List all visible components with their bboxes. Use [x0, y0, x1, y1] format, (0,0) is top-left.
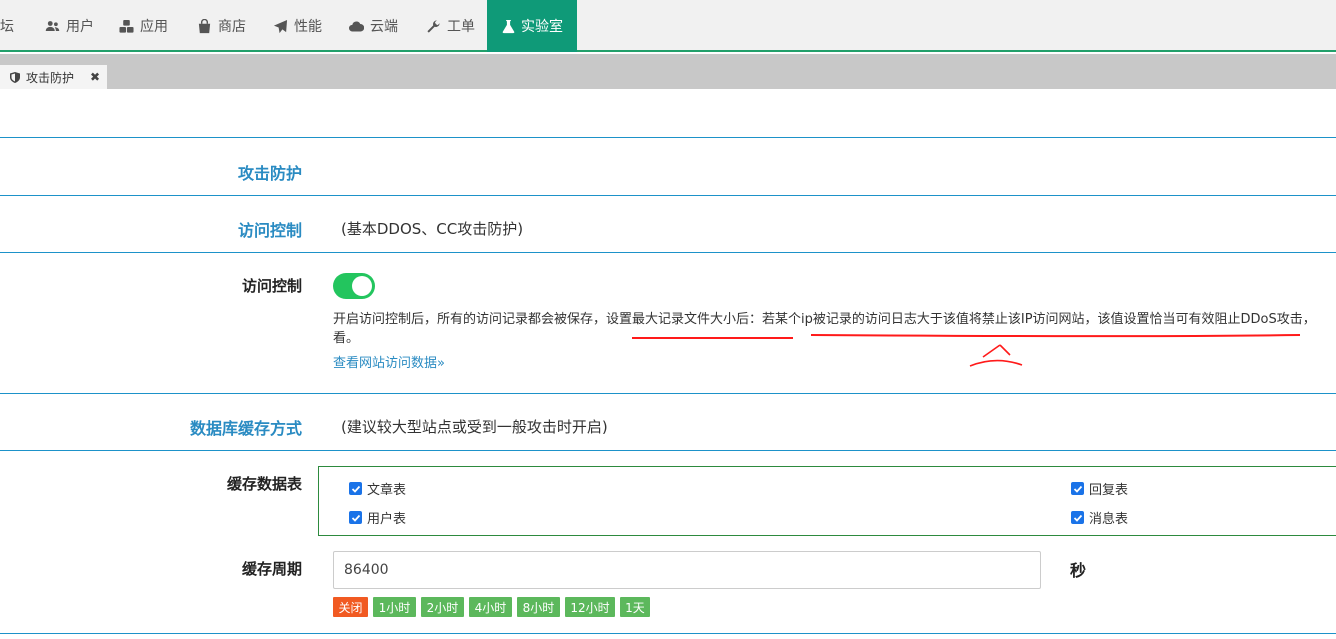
preset-2h-button[interactable]: 2小时	[421, 597, 464, 617]
checkbox-articles[interactable]: 文章表	[349, 479, 406, 498]
cloud-icon	[347, 18, 365, 34]
nav-item-label: 工单	[447, 19, 475, 35]
toggle-knob	[352, 276, 372, 296]
divider	[0, 393, 1336, 394]
checkbox-checked-icon	[1071, 482, 1084, 495]
nav-item-cloud[interactable]: 云端	[347, 0, 398, 52]
flask-icon	[501, 18, 516, 34]
cache-period-input[interactable]	[333, 551, 1041, 589]
checkbox-replies[interactable]: 回复表	[1071, 479, 1128, 498]
nav-item-label: 性能	[294, 19, 322, 35]
tab-label: 攻击防护	[26, 70, 75, 85]
checkbox-label: 消息表	[1089, 512, 1129, 527]
access-control-description-continued: 看。	[333, 331, 360, 346]
section-title-attack-protection: 攻击防护	[237, 164, 302, 183]
access-control-toggle[interactable]	[333, 273, 375, 299]
nav-item-label: 商店	[218, 19, 246, 35]
nav-item-forum[interactable]: 坛	[0, 0, 14, 52]
nav-item-lab[interactable]: 实验室	[487, 0, 577, 52]
checkbox-checked-icon	[1071, 511, 1084, 524]
checkbox-checked-icon	[349, 511, 362, 524]
users-icon	[43, 18, 61, 34]
preset-8h-button[interactable]: 8小时	[517, 597, 560, 617]
checkbox-checked-icon	[349, 482, 362, 495]
nav-item-label: 应用	[140, 19, 168, 35]
top-nav: 坛 用户 应用 商店 性能 云端 工单 实验室	[0, 0, 1336, 52]
preset-4h-button[interactable]: 4小时	[469, 597, 512, 617]
tab-attack-protection[interactable]: 攻击防护 ✖	[0, 65, 107, 89]
nav-item-performance[interactable]: 性能	[271, 0, 322, 52]
nav-item-store[interactable]: 商店	[195, 0, 246, 52]
checkbox-label: 文章表	[367, 483, 407, 498]
divider	[0, 252, 1336, 253]
preset-off-button[interactable]: 关闭	[333, 597, 368, 617]
divider	[0, 450, 1336, 451]
access-control-label: 访问控制	[241, 277, 302, 295]
checkbox-label: 回复表	[1089, 483, 1129, 498]
checkbox-label: 用户表	[367, 512, 407, 527]
checkbox-users[interactable]: 用户表	[349, 508, 406, 527]
nav-item-apps[interactable]: 应用	[117, 0, 168, 52]
section-note-access-control: (基本DDOS、CC攻击防护)	[341, 220, 524, 238]
view-access-data-link[interactable]: 查看网站访问数据»	[333, 352, 445, 371]
divider	[0, 195, 1336, 196]
nav-item-label: 实验室	[521, 19, 563, 35]
nav-item-label: 用户	[66, 19, 94, 35]
close-icon[interactable]: ✖	[90, 70, 100, 84]
shield-icon	[10, 71, 20, 83]
section-title-db-cache: 数据库缓存方式	[189, 419, 302, 438]
paper-plane-icon	[271, 18, 289, 34]
section-note-db-cache: (建议较大型站点或受到一般攻击时开启)	[341, 418, 608, 436]
nav-item-label: 云端	[370, 19, 398, 35]
wrench-icon	[424, 18, 442, 34]
nav-item-tickets[interactable]: 工单	[424, 0, 475, 52]
preset-1d-button[interactable]: 1天	[620, 597, 650, 617]
cache-tables-label: 缓存数据表	[226, 475, 302, 493]
cache-period-label: 缓存周期	[241, 560, 302, 578]
nav-item-users[interactable]: 用户	[43, 0, 94, 52]
section-title-access-control: 访问控制	[237, 221, 302, 240]
preset-1h-button[interactable]: 1小时	[373, 597, 416, 617]
tab-strip: 攻击防护 ✖	[0, 54, 1336, 89]
cache-period-unit: 秒	[1070, 561, 1087, 580]
cubes-icon	[117, 18, 135, 34]
cache-tables-group	[318, 466, 1336, 536]
shopping-bag-icon	[195, 18, 213, 34]
checkbox-messages[interactable]: 消息表	[1071, 508, 1128, 527]
nav-item-label: 坛	[0, 19, 14, 35]
divider	[0, 633, 1336, 634]
preset-12h-button[interactable]: 12小时	[565, 597, 615, 617]
divider	[0, 137, 1336, 138]
access-control-description: 开启访问控制后，所有的访问记录都会被保存，设置最大记录文件大小后：若某个ip被记…	[333, 312, 1316, 327]
